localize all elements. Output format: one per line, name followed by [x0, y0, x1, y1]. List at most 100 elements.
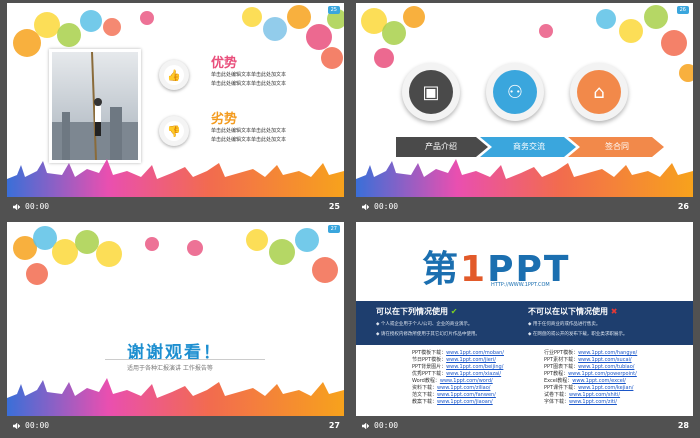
cannot-use-title-text: 不可以在以下情况使用: [528, 307, 608, 316]
resource-link[interactable]: www.1ppt.com/excel/: [572, 378, 626, 384]
speaker-icon: [362, 422, 370, 429]
can-use-line: ◆ 个人或企业用于个人/公司、企业的商业演示。: [376, 322, 473, 327]
crowd-silhouette: [7, 159, 344, 197]
slide-number: 26: [677, 202, 689, 211]
presentation-icon: ▣: [409, 70, 453, 114]
climbing-photo: [49, 49, 141, 163]
logo-url: HTTP://WWW.1PPT.COM: [491, 282, 550, 288]
slide-canvas: 第1PPT HTTP://WWW.1PPT.COM 可以在下列情况使用 ✔ ◆ …: [356, 222, 693, 416]
slide-thumb-25[interactable]: 25 👍 优势 单击此处编辑文本单击此处加文本 单击此处编辑文本单击此处加文本 …: [7, 3, 344, 216]
resource-link[interactable]: www.1ppt.com/jiaoan/: [437, 399, 493, 405]
disadvantage-line: 单击此处编辑文本单击此处加文本: [211, 137, 287, 143]
thumbs-down-badge: 👎: [159, 116, 189, 146]
timing-indicator: 00:00: [362, 202, 398, 211]
link-row: PPT素材下载：www.1ppt.com/sucai/: [544, 357, 637, 364]
link-label: 优秀PPT下载：: [412, 371, 447, 377]
link-row: 优秀PPT下载：www.1ppt.com/xiazai/: [412, 371, 504, 378]
link-label: PPT图表下载：: [544, 364, 579, 370]
link-label: 节日PPT模板：: [412, 357, 447, 363]
link-row: Word教程：www.1ppt.com/word/: [412, 378, 504, 385]
thumbs-up-badge: 👍: [159, 60, 189, 90]
disadvantage-line: 单击此处编辑文本单击此处加文本: [211, 128, 287, 134]
slide-canvas: 27 谢谢观看！ 适用于各种汇报演讲 工作报告等: [7, 222, 344, 416]
speaker-icon: [13, 203, 21, 210]
link-row: 字体下载：www.1ppt.com/ziti/: [544, 399, 637, 406]
slide-meta-bar: 00:00 28: [356, 416, 693, 435]
slide-time: 00:00: [25, 202, 50, 211]
balloons-decoration: [13, 226, 338, 285]
logo-prefix: 第: [422, 249, 461, 290]
link-row: PPT模板下载：www.1ppt.com/moban/: [412, 350, 504, 357]
resource-link[interactable]: www.1ppt.com/tubiao/: [578, 364, 634, 370]
link-row: 行业PPT模板：www.1ppt.com/hangye/: [544, 350, 637, 357]
speaker-icon: [362, 203, 370, 210]
link-label: PPT课件下载：: [544, 385, 579, 391]
advantage-line: 单击此处编辑文本单击此处加文本: [211, 81, 287, 87]
cross-icon: ✖: [610, 307, 618, 316]
logo-one: 1: [460, 249, 488, 290]
step-label: 签合同: [605, 142, 629, 151]
link-label: 试卷下载：: [544, 392, 570, 398]
link-row: PPT图表下载：www.1ppt.com/tubiao/: [544, 364, 637, 371]
resource-link[interactable]: www.1ppt.com/kejian/: [578, 385, 633, 391]
resource-link[interactable]: www.1ppt.com/powerpoint/: [568, 371, 637, 377]
slide-thumb-26[interactable]: 26 ▣ ⚇ ⌂ 产品介绍 商务交流 签合同 00:00 26: [356, 3, 693, 216]
resource-link[interactable]: www.1ppt.com/moban/: [446, 350, 504, 356]
left-link-list: PPT模板下载：www.1ppt.com/moban/节日PPT模板：www.1…: [412, 350, 504, 406]
link-label: PPT模板下载：: [412, 350, 447, 356]
link-row: PPT课件下载：www.1ppt.com/kejian/: [544, 385, 637, 392]
step-label: 产品介绍: [425, 142, 457, 151]
slide-canvas: 25 👍 优势 单击此处编辑文本单击此处加文本 单击此处编辑文本单击此处加文本 …: [7, 3, 344, 197]
resource-link[interactable]: www.1ppt.com/shiti/: [569, 392, 620, 398]
slide-meta-bar: 00:00 26: [356, 197, 693, 216]
step-circle: ⚇: [486, 63, 544, 121]
slide-number: 25: [328, 202, 340, 211]
can-use-line: ◆ 请在授权内修改所使用于其它幻灯片作品中使用。: [376, 332, 480, 337]
timing-indicator: 00:00: [13, 421, 49, 430]
thanks-subtitle: 适用于各种汇报演讲 工作报告等: [127, 365, 213, 372]
slide-time: 00:00: [374, 202, 399, 211]
link-row: 试卷下载：www.1ppt.com/shiti/: [544, 392, 637, 399]
link-label: 范文下载：: [412, 392, 438, 398]
disadvantage-title: 劣势: [211, 112, 238, 127]
step-circle: ⌂: [570, 63, 628, 121]
cannot-use-line: ◆ 在网盘的或公开的发布下载，职业类求职展示。: [528, 332, 628, 337]
can-use-title: 可以在下列情况使用 ✔: [376, 306, 458, 317]
link-label: 教案下载：: [412, 399, 438, 405]
slide-number-tag: 25: [327, 6, 340, 14]
resource-link[interactable]: www.1ppt.com/hangye/: [578, 350, 637, 356]
slide-thumb-27[interactable]: 27 谢谢观看！ 适用于各种汇报演讲 工作报告等 00:00 27: [7, 222, 344, 435]
resource-link[interactable]: www.1ppt.com/ziliao/: [437, 385, 490, 391]
slide-canvas: 26 ▣ ⚇ ⌂ 产品介绍 商务交流 签合同: [356, 3, 693, 197]
resource-link[interactable]: www.1ppt.com/xiazai/: [446, 371, 501, 377]
cannot-use-line: ◆ 用于任何商业的或作品进行售卖。: [528, 322, 601, 327]
link-label: 资料下载：: [412, 385, 438, 391]
resource-link[interactable]: www.1ppt.com/word/: [440, 378, 493, 384]
resource-link[interactable]: www.1ppt.com/sucai/: [578, 357, 632, 363]
step-label: 商务交流: [513, 142, 545, 151]
thumbs-up-icon: 👍: [164, 65, 184, 85]
link-label: Word教程：: [412, 378, 440, 384]
link-label: 字体下载：: [544, 399, 570, 405]
disadvantage-text: 单击此处编辑文本单击此处加文本 单击此处编辑文本单击此处加文本: [211, 127, 286, 145]
step-circle: ▣: [402, 63, 460, 121]
link-label: 行业PPT模板：: [544, 350, 579, 356]
resource-link[interactable]: www.1ppt.com/jieri/: [446, 357, 496, 363]
usage-panel: 可以在下列情况使用 ✔ ◆ 个人或企业用于个人/公司、企业的商业演示。 ◆ 请在…: [356, 301, 693, 345]
resource-link[interactable]: www.1ppt.com/fanwen/: [437, 392, 496, 398]
timing-indicator: 00:00: [362, 421, 398, 430]
link-row: Excel教程：www.1ppt.com/excel/: [544, 378, 637, 385]
can-use-title-text: 可以在下列情况使用: [376, 307, 448, 316]
slide-meta-bar: 00:00 27: [7, 416, 344, 435]
advantage-line: 单击此处编辑文本单击此处加文本: [211, 72, 287, 78]
resource-link[interactable]: www.1ppt.com/beijing/: [446, 364, 503, 370]
slide-thumb-28[interactable]: 第1PPT HTTP://WWW.1PPT.COM 可以在下列情况使用 ✔ ◆ …: [356, 222, 693, 435]
resource-link[interactable]: www.1ppt.com/ziti/: [569, 399, 617, 405]
crowd-silhouette: [7, 378, 344, 416]
crowd-silhouette: [356, 159, 693, 197]
link-label: PPT教程：: [544, 371, 569, 377]
link-row: PPT背景图片：www.1ppt.com/beijing/: [412, 364, 504, 371]
timing-indicator: 00:00: [13, 202, 49, 211]
slide-number-tag: 26: [676, 6, 689, 14]
advantage-title: 优势: [211, 56, 238, 71]
